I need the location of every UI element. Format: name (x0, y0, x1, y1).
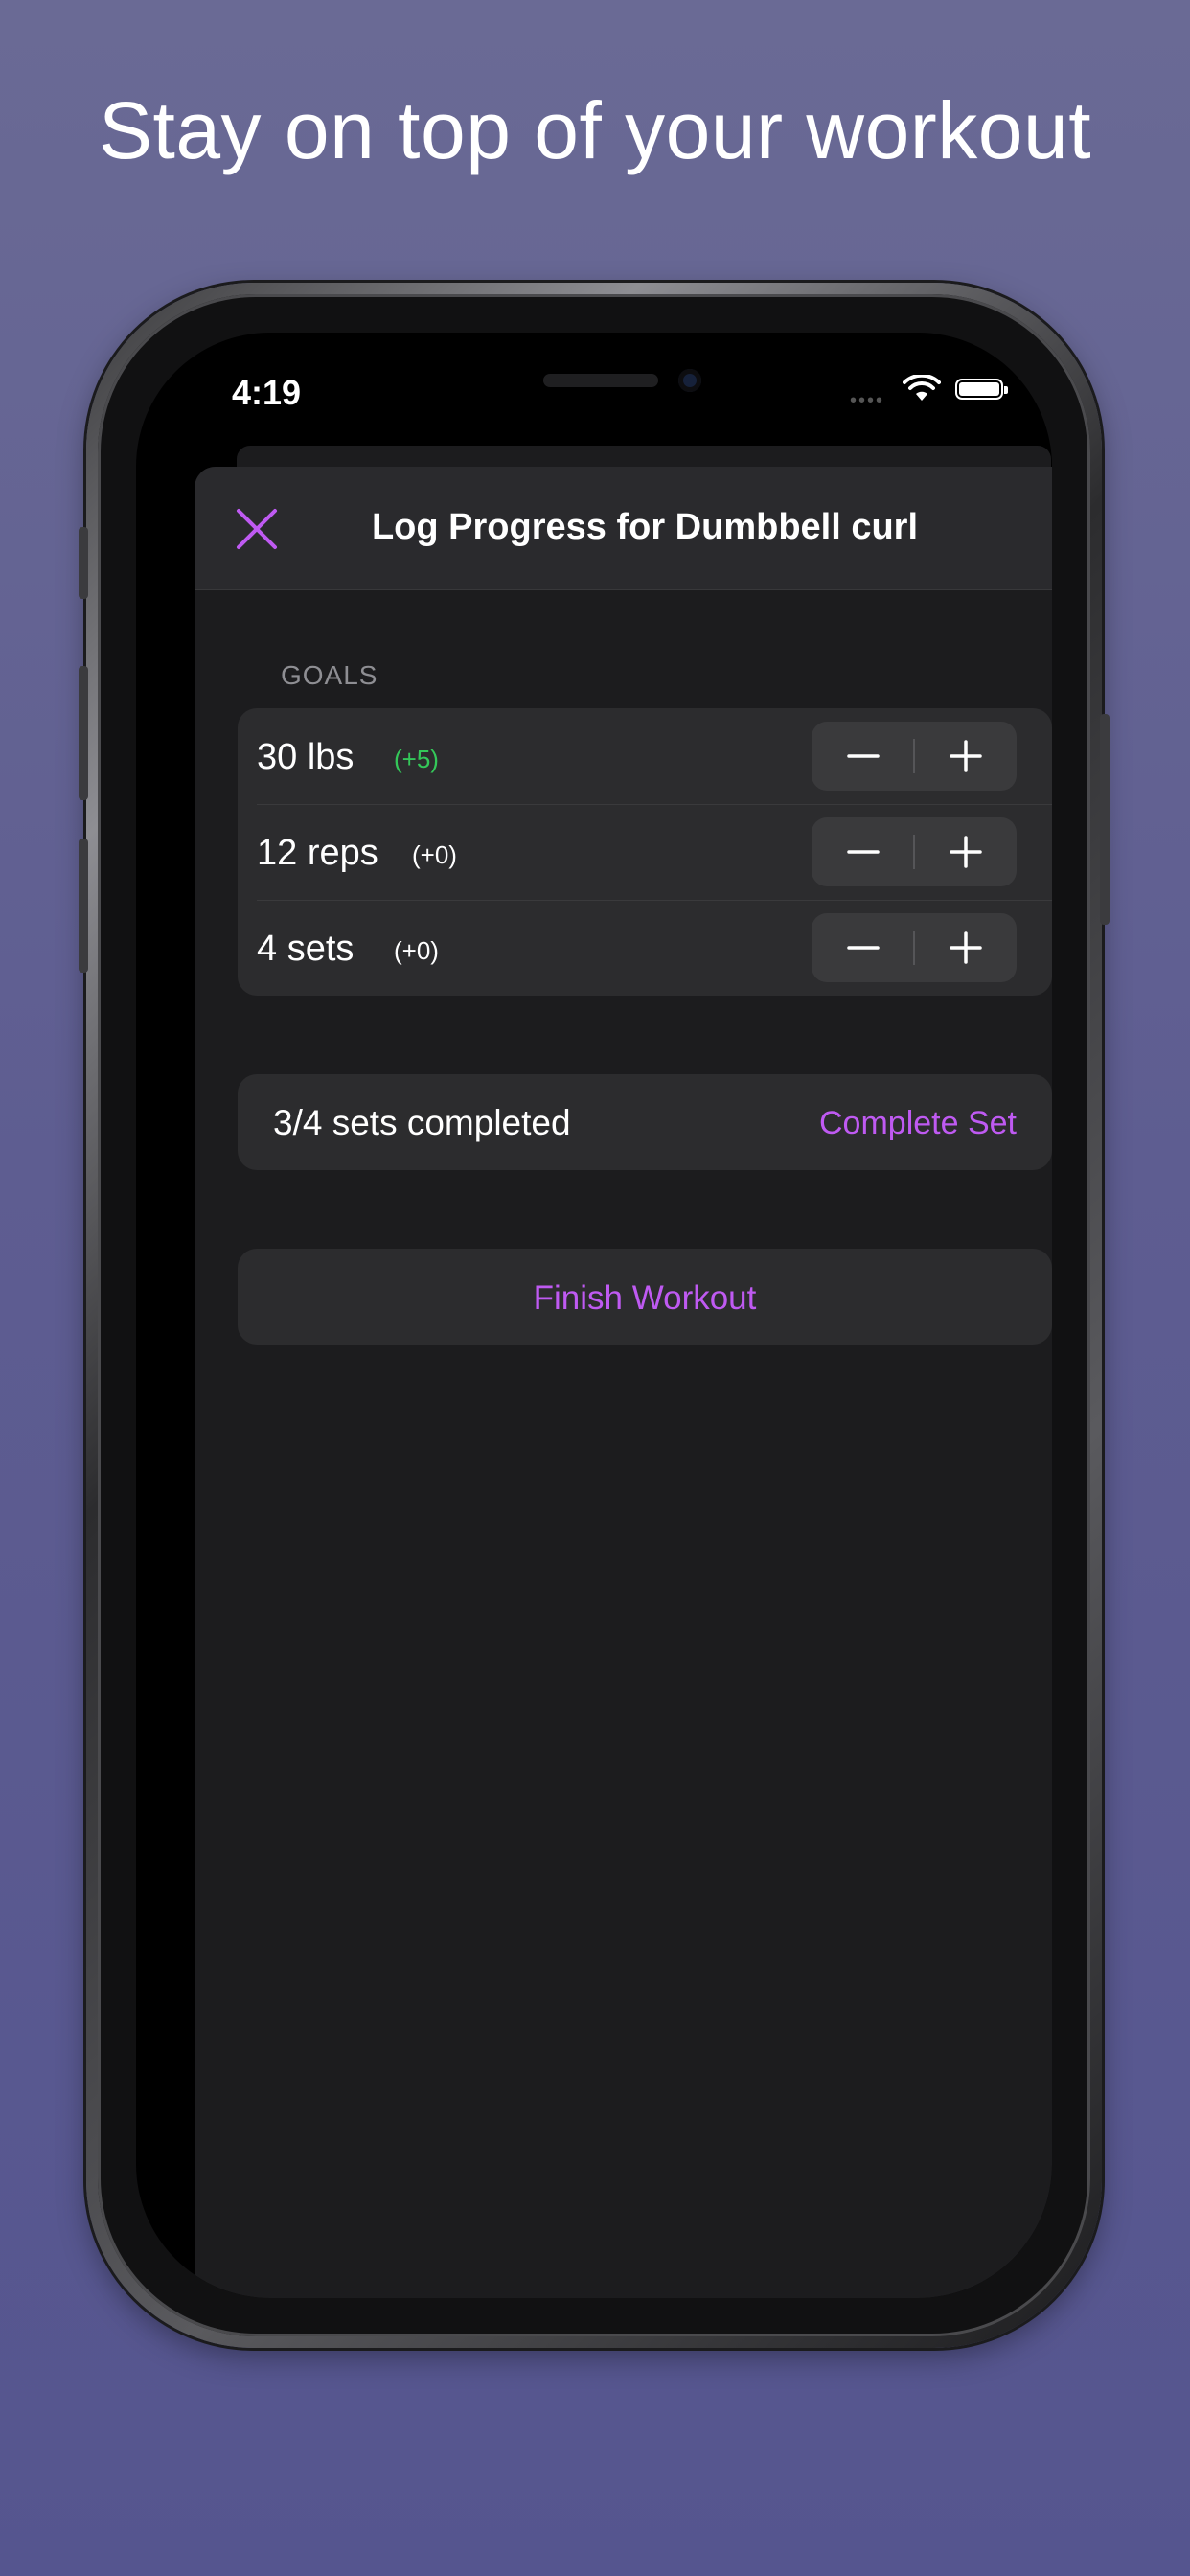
status-time: 4:19 (232, 373, 302, 412)
volume-up-button (79, 666, 88, 800)
increment-button[interactable] (914, 913, 1017, 982)
reps-stepper[interactable] (812, 817, 1017, 886)
power-button (1100, 714, 1110, 925)
log-progress-sheet: Log Progress for Dumbbell curl GOALS 30 … (195, 467, 1052, 2298)
sets-completed-text: 3/4 sets completed (273, 1103, 571, 1142)
goal-delta: (+0) (412, 840, 457, 869)
decrement-button[interactable] (812, 722, 914, 791)
minus-icon (846, 754, 880, 758)
mute-switch (79, 527, 88, 599)
minus-icon (846, 946, 880, 950)
minus-icon (846, 850, 880, 854)
finish-workout-label: Finish Workout (533, 1279, 757, 1317)
phone-frame: 4:19 •••• Log Progress for Dumbbell curl… (79, 283, 1110, 2348)
decrement-button[interactable] (812, 817, 914, 886)
page-title: Log Progress for Dumbbell curl (371, 507, 919, 547)
increment-button[interactable] (914, 722, 1017, 791)
volume-down-button (79, 839, 88, 973)
speaker-grille (543, 374, 658, 387)
phone-rim: 4:19 •••• Log Progress for Dumbbell curl… (98, 294, 1090, 2336)
goal-row-weight: 30 lbs (+5) (238, 708, 1052, 804)
headline: Stay on top of your workout (98, 85, 1092, 175)
wifi-icon (903, 375, 941, 401)
battery-icon (955, 379, 1008, 400)
goal-row-sets: 4 sets (+0) (238, 900, 1052, 996)
goal-value: 4 sets (257, 929, 355, 969)
plus-icon (949, 740, 982, 772)
increment-button[interactable] (914, 817, 1017, 886)
goals-list: 30 lbs (+5) 12 reps (+0) 4 sets (+0) (238, 708, 1052, 996)
sets-stepper[interactable] (812, 913, 1017, 982)
set-progress-card: 3/4 sets completed Complete Set (238, 1074, 1052, 1170)
signal-icon: •••• (850, 390, 885, 411)
plus-icon (949, 932, 982, 964)
weight-stepper[interactable] (812, 722, 1017, 791)
goal-delta: (+0) (394, 936, 439, 965)
front-camera (678, 369, 701, 392)
goal-value: 12 reps (257, 833, 378, 873)
goal-delta: (+5) (394, 745, 439, 773)
finish-workout-button[interactable]: Finish Workout (238, 1249, 1052, 1345)
complete-set-button[interactable]: Complete Set (819, 1105, 1017, 1142)
goal-value: 30 lbs (257, 737, 355, 777)
nav-bar: Log Progress for Dumbbell curl (195, 467, 1052, 590)
decrement-button[interactable] (812, 913, 914, 982)
plus-icon (949, 836, 982, 868)
goal-row-reps: 12 reps (+0) (238, 804, 1052, 900)
phone-screen: 4:19 •••• Log Progress for Dumbbell curl… (136, 333, 1052, 2298)
goals-section-label: GOALS (281, 660, 378, 690)
